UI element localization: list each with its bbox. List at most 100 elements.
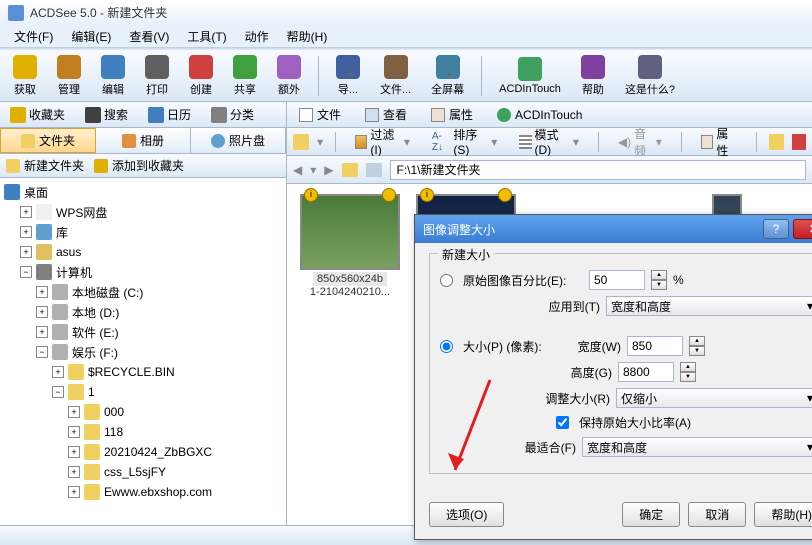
tree-node[interactable]: +WPS网盘 [4, 202, 282, 222]
folder-up-icon[interactable] [293, 134, 309, 150]
tool-icon-2[interactable] [792, 134, 806, 150]
toolbar-获取[interactable]: 获取 [6, 52, 44, 100]
menu-edit[interactable]: 编辑(E) [63, 26, 119, 47]
toolbar-ACDInTouch[interactable]: ACDInTouch [492, 54, 568, 98]
folder-icon[interactable] [342, 163, 358, 177]
sort-button[interactable]: A-Z↓排序(S)▾ [425, 123, 504, 160]
history-icon[interactable] [366, 163, 382, 177]
tree-expander[interactable]: + [68, 426, 80, 438]
toolbar-共享[interactable]: 共享 [226, 52, 264, 100]
tree-node[interactable]: −计算机 [4, 262, 282, 282]
tree-expander[interactable]: + [20, 246, 32, 258]
tree-expander[interactable]: − [36, 346, 48, 358]
tree-node-icon [52, 344, 68, 360]
tree-expander[interactable]: + [36, 326, 48, 338]
tree-expander[interactable]: + [20, 226, 32, 238]
address-input[interactable]: F:\1\新建文件夹 [390, 160, 807, 180]
apply-to-select[interactable]: 宽度和高度▾ [606, 296, 812, 316]
tree-node[interactable]: +库 [4, 222, 282, 242]
percent-input[interactable] [589, 270, 645, 290]
tree-node[interactable]: −娱乐 (F:) [4, 342, 282, 362]
add-favorite-button[interactable]: 添加到收藏夹 [94, 157, 184, 174]
toolbar-帮助[interactable]: 帮助 [574, 52, 612, 100]
tree-expander[interactable]: − [52, 386, 64, 398]
tree-expander[interactable]: − [20, 266, 32, 278]
rtab-view[interactable]: 查看 [359, 104, 413, 125]
tree-node[interactable]: +css_L5sjFY [4, 462, 282, 482]
lefttab-日历[interactable]: 日历 [142, 104, 197, 125]
toolbar-全屏幕[interactable]: ▾全屏幕 [424, 52, 471, 100]
height-spinner[interactable]: ▲▼ [680, 362, 696, 382]
tree-expander[interactable]: + [68, 446, 80, 458]
tree-expander[interactable]: + [68, 466, 80, 478]
cancel-button[interactable]: 取消 [688, 502, 746, 527]
dialog-close-button[interactable]: ✕ [793, 219, 812, 239]
toolbar-创建[interactable]: 创建 [182, 52, 220, 100]
filter-icon [355, 135, 367, 149]
toolbar-这是什么?[interactable]: 这是什么? [618, 52, 682, 100]
rtab-props[interactable]: 属性 [425, 104, 479, 125]
lefttab-搜索[interactable]: 搜索 [79, 104, 134, 125]
fit-select[interactable]: 宽度和高度▾ [582, 437, 812, 457]
dialog-titlebar[interactable]: 图像调整大小 ? ✕ [415, 215, 812, 243]
menu-help[interactable]: 帮助(H) [279, 26, 336, 47]
menu-action[interactable]: 动作 [237, 26, 277, 47]
lefttab-分类[interactable]: 分类 [205, 104, 260, 125]
tree-node[interactable]: +000 [4, 402, 282, 422]
new-folder-button[interactable]: 新建文件夹 [6, 157, 84, 174]
percent-spinner[interactable]: ▲▼ [651, 270, 667, 290]
tree-expander[interactable]: + [36, 306, 48, 318]
width-spinner[interactable]: ▲▼ [689, 336, 705, 356]
tree-node[interactable]: +20210424_ZbBGXC [4, 442, 282, 462]
keep-ratio-checkbox[interactable] [556, 416, 569, 429]
tree-node[interactable]: +本地磁盘 (C:) [4, 282, 282, 302]
tree-expander[interactable]: + [52, 366, 64, 378]
menu-view[interactable]: 查看(V) [121, 26, 177, 47]
thumbnail[interactable]: i850x560x24b1-2104240210... [297, 194, 403, 298]
toolbar-打印[interactable]: 打印 [138, 52, 176, 100]
menu-tools[interactable]: 工具(T) [179, 26, 234, 47]
subtab-albums[interactable]: 相册 [96, 128, 191, 153]
tree-node[interactable]: −1 [4, 382, 282, 402]
ok-button[interactable]: 确定 [622, 502, 680, 527]
lefttab-收藏夹[interactable]: 收藏夹 [4, 104, 71, 125]
tree-expander[interactable]: + [36, 286, 48, 298]
tree-node-icon [84, 444, 100, 460]
help-button[interactable]: 帮助(H) [754, 502, 812, 527]
tree-node[interactable]: +asus [4, 242, 282, 262]
toolbar-文件...[interactable]: ▾文件... [373, 52, 418, 100]
filter-button[interactable]: 过滤(I)▾ [348, 123, 417, 160]
tree-node[interactable]: +118 [4, 422, 282, 442]
tree-node[interactable]: +Ewww.ebxshop.com [4, 482, 282, 502]
subtab-folders[interactable]: 文件夹 [0, 128, 96, 153]
mode-button[interactable]: 模式(D)▾ [512, 123, 586, 160]
tree-expander[interactable]: + [20, 206, 32, 218]
toolbar-管理[interactable]: 管理 [50, 52, 88, 100]
radio-percent[interactable] [440, 274, 453, 287]
nav-fwd-icon[interactable]: ▶ [324, 163, 333, 177]
toolbar-编辑[interactable]: 编辑 [94, 52, 132, 100]
intouch-icon [497, 108, 511, 122]
width-input[interactable] [627, 336, 683, 356]
toolbar-icon [189, 55, 213, 79]
toolbar-导...[interactable]: ▾导... [329, 52, 367, 100]
nav-back-icon[interactable]: ◀ [293, 163, 302, 177]
subtab-photodisc[interactable]: 照片盘 [191, 128, 286, 153]
height-input[interactable] [618, 362, 674, 382]
tree-expander[interactable]: + [68, 406, 80, 418]
folder-tree[interactable]: 桌面 +WPS网盘+库+asus−计算机+本地磁盘 (C:)+本地 (D:)+软… [0, 178, 286, 525]
tree-node[interactable]: +$RECYCLE.BIN [4, 362, 282, 382]
resize-select[interactable]: 仅缩小▾ [616, 388, 812, 408]
rtab-files[interactable]: 文件 [293, 104, 347, 125]
radio-size[interactable] [440, 340, 453, 353]
tree-node[interactable]: +软件 (E:) [4, 322, 282, 342]
tool-icon-1[interactable] [769, 134, 783, 150]
dialog-help-button[interactable]: ? [763, 219, 789, 239]
menu-file[interactable]: 文件(F) [6, 26, 61, 47]
tree-expander[interactable]: + [68, 486, 80, 498]
tree-root[interactable]: 桌面 [4, 182, 282, 202]
rtab-intouch[interactable]: ACDInTouch [491, 106, 588, 124]
options-button[interactable]: 选项(O) [429, 502, 504, 527]
tree-node[interactable]: +本地 (D:) [4, 302, 282, 322]
toolbar-额外[interactable]: 额外 [270, 52, 308, 100]
